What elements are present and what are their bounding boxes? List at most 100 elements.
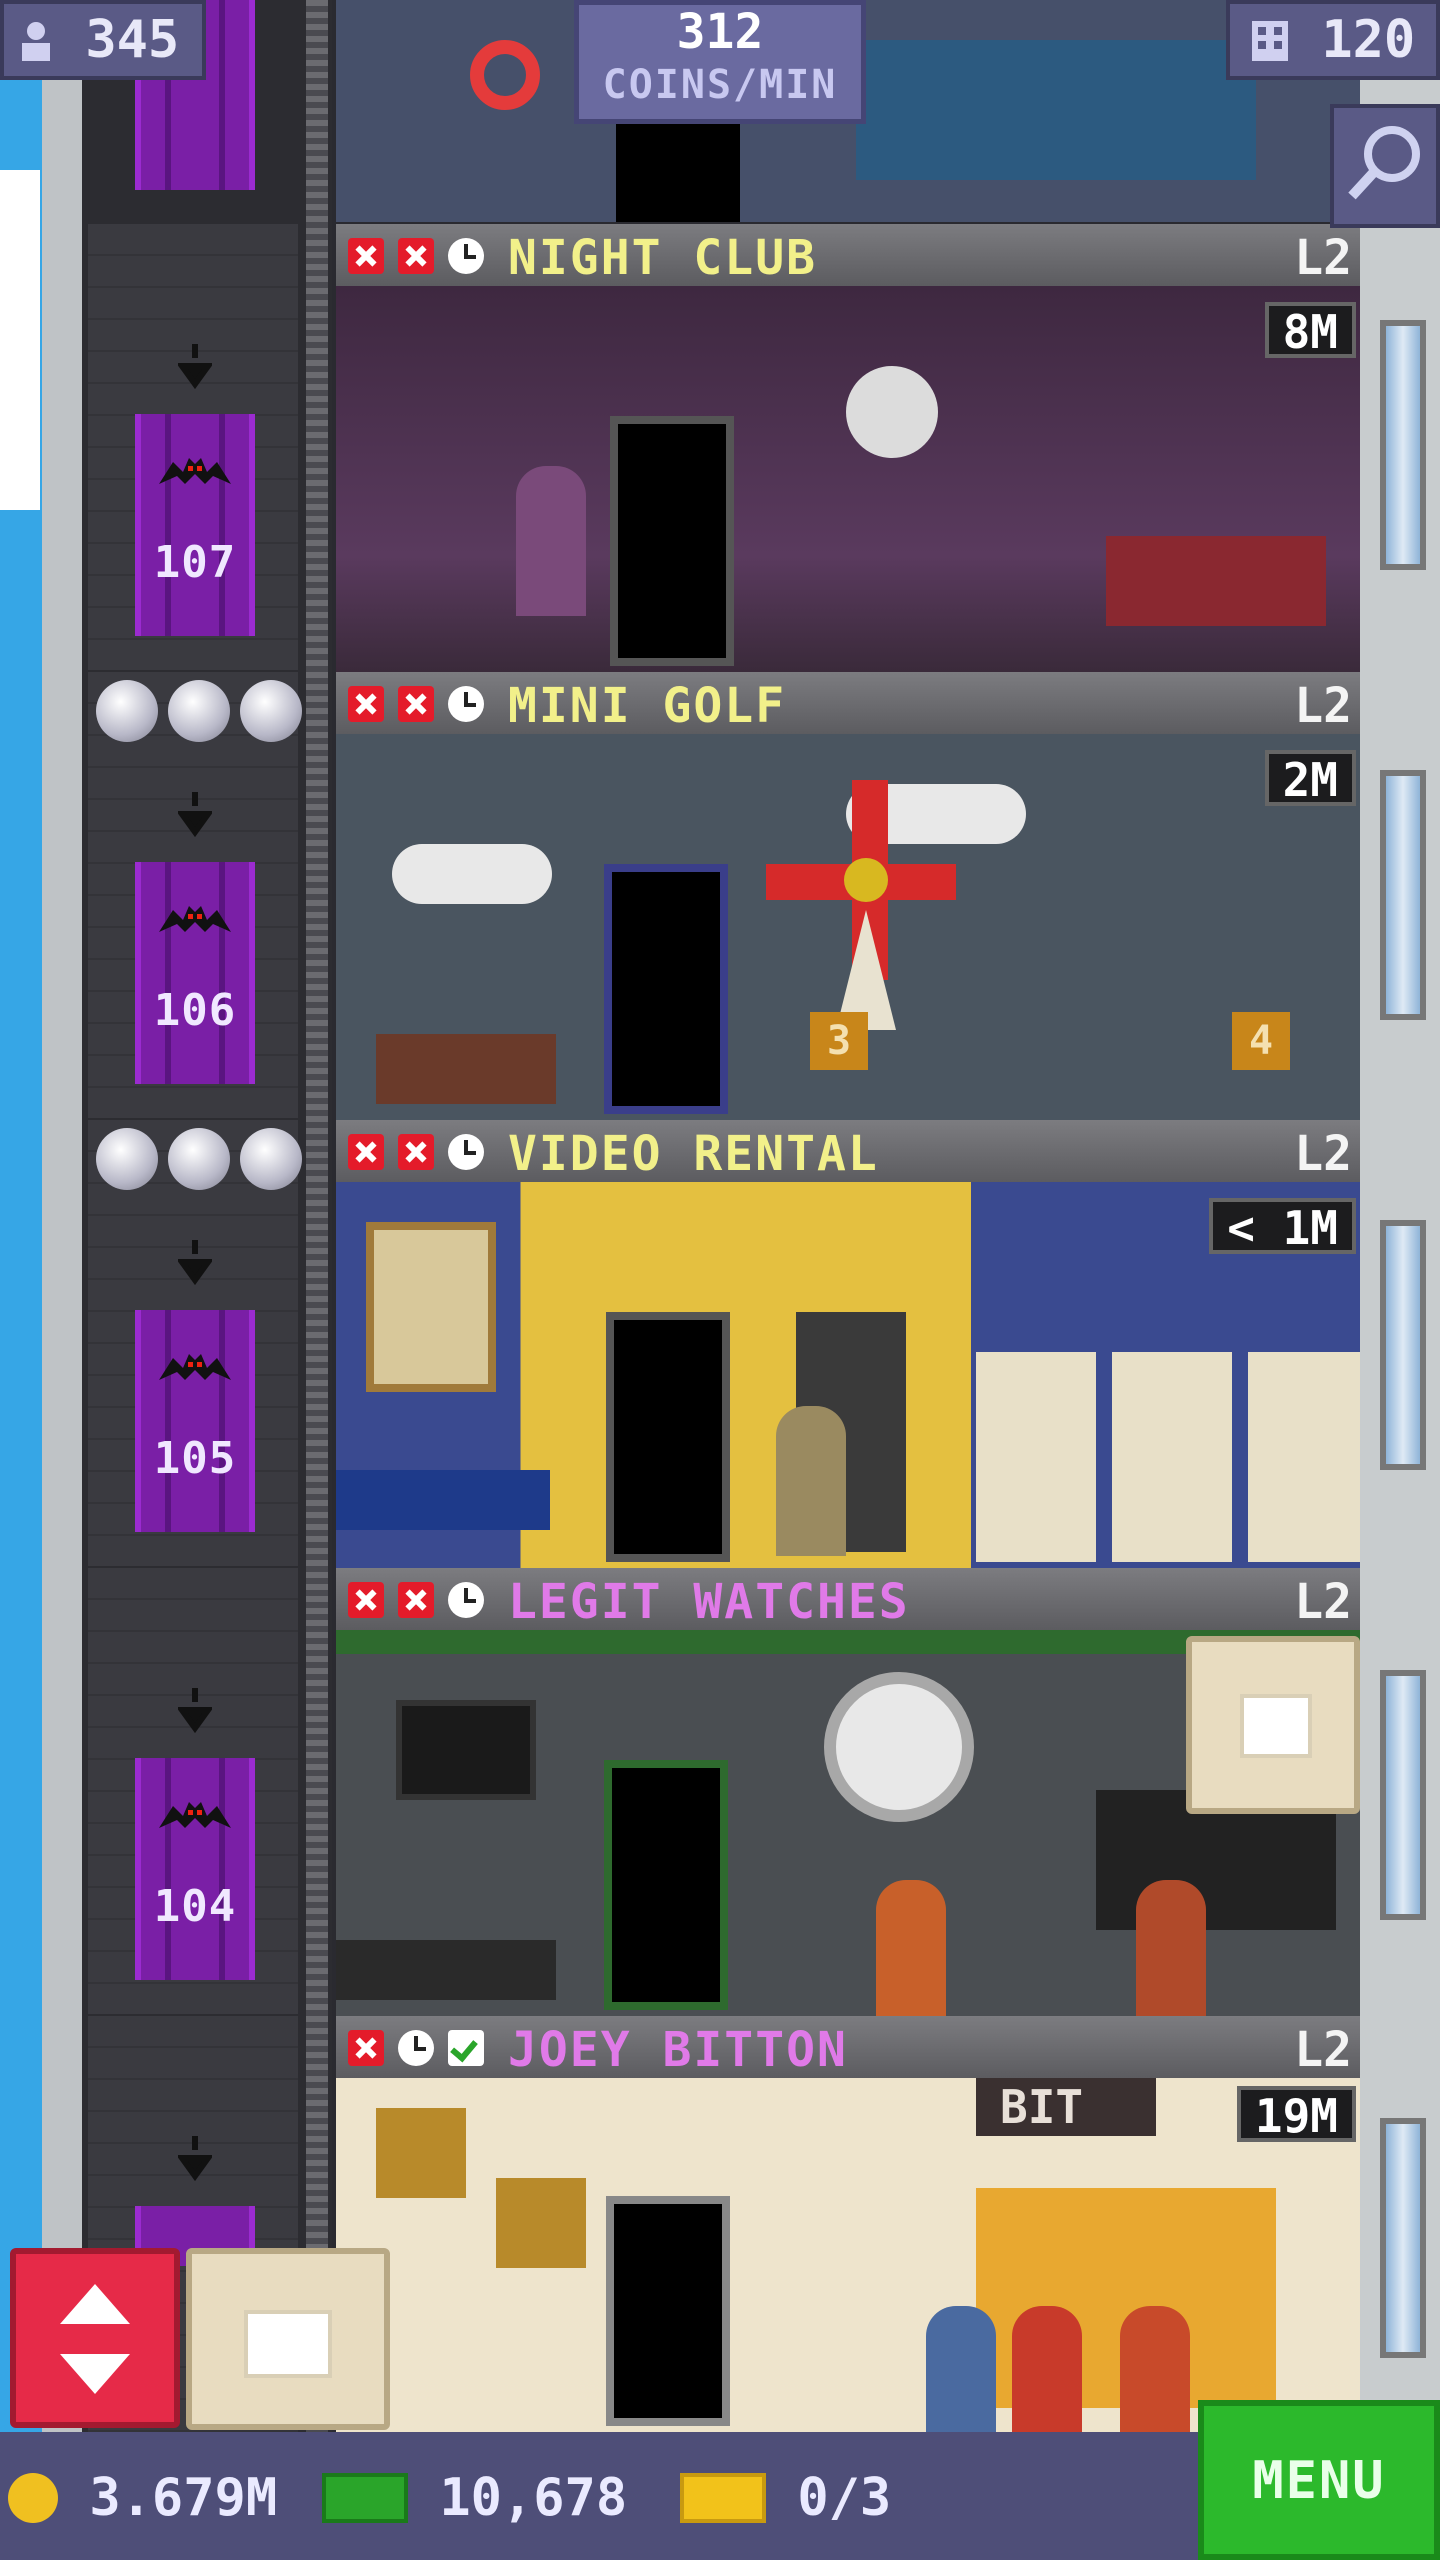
- poster: [366, 1222, 496, 1392]
- floor-name: NIGHT CLUB: [508, 230, 817, 286]
- video-shelf: [976, 1352, 1096, 1562]
- coins-value: 3.679M: [89, 2468, 278, 2528]
- floor-name: LEGIT WATCHES: [508, 1574, 910, 1630]
- room-door[interactable]: [604, 1760, 728, 2010]
- floor-joey-bitton[interactable]: JOEY BITTON L2 BIT 19M: [336, 2016, 1360, 2436]
- bat-icon: [159, 1802, 231, 1828]
- x-icon: [348, 2030, 384, 2066]
- clock-icon: [448, 686, 484, 722]
- bux-value: 10,678: [439, 2468, 628, 2528]
- window: [1380, 1220, 1426, 1470]
- tickets-value: 0/3: [797, 2468, 892, 2528]
- room-door[interactable]: [606, 2196, 730, 2426]
- star-icon: [168, 680, 230, 742]
- resident[interactable]: [926, 2306, 996, 2436]
- store-sign: BIT: [976, 2078, 1156, 2136]
- lamp-icon: [176, 344, 214, 404]
- coin-icon: [8, 2473, 58, 2523]
- floor-rating-stars: [96, 1128, 306, 1190]
- check-icon: [448, 2030, 484, 2066]
- magnifier-icon: [1348, 126, 1420, 200]
- bucket-icon: [244, 2310, 332, 2378]
- floor-rating-stars: [96, 680, 306, 742]
- floor-name: JOEY BITTON: [508, 2022, 848, 2078]
- cloud: [0, 170, 40, 510]
- floor-name: VIDEO RENTAL: [508, 1126, 879, 1182]
- window: [1380, 2118, 1426, 2358]
- x-icon: [348, 686, 384, 722]
- floor-night-club[interactable]: NIGHT CLUB L2 8M: [336, 224, 1360, 672]
- coins-counter[interactable]: 3.679M: [8, 2468, 277, 2528]
- room-interior: [336, 286, 1360, 672]
- resident[interactable]: [516, 466, 586, 616]
- floor-number: 104: [153, 1881, 237, 1932]
- menu-button[interactable]: MENU: [1198, 2400, 1440, 2560]
- x-icon: [398, 238, 434, 274]
- elevator-door-105[interactable]: 105: [135, 1310, 255, 1532]
- golf-hole-sign: 4: [1232, 1012, 1290, 1070]
- clock-decor: [824, 1672, 974, 1822]
- display-case: [336, 1940, 556, 2000]
- room-door[interactable]: [606, 1312, 730, 1562]
- floor-header: NIGHT CLUB L2: [336, 224, 1360, 286]
- building-icon: [1250, 10, 1290, 61]
- stock-button[interactable]: [1186, 1636, 1360, 1814]
- coins-per-minute[interactable]: 312 COINS/MIN: [574, 0, 866, 124]
- resident[interactable]: [1012, 2306, 1082, 2436]
- counter: [336, 1470, 550, 1530]
- window: [1380, 1670, 1426, 1920]
- coins-rate-value: 312: [676, 4, 764, 60]
- resident[interactable]: [876, 1880, 946, 2030]
- club-rack: [376, 1034, 556, 1104]
- lamp-icon: [176, 2136, 214, 2196]
- tickets-counter[interactable]: 0/3: [680, 2468, 891, 2528]
- floor-video-rental[interactable]: VIDEO RENTAL L2 < 1M: [336, 1120, 1360, 1568]
- floors-counter[interactable]: 120: [1226, 0, 1440, 80]
- lamp-icon: [176, 1688, 214, 1748]
- room-door[interactable]: [616, 120, 740, 222]
- elevator-door-106[interactable]: 106: [135, 862, 255, 1084]
- bux-counter[interactable]: 10,678: [322, 2468, 627, 2528]
- x-icon: [348, 1582, 384, 1618]
- floor-timer: < 1M: [1209, 1198, 1356, 1254]
- floor-level: L2: [1294, 2022, 1352, 2078]
- resident[interactable]: [1120, 2306, 1190, 2436]
- sky-background: [0, 0, 42, 2560]
- search-button[interactable]: [1330, 104, 1440, 228]
- coins-rate-label: COINS/MIN: [602, 62, 838, 108]
- population-value: 345: [85, 10, 180, 70]
- bag-frame: [376, 2108, 466, 2198]
- window: [1380, 320, 1426, 570]
- star-icon: [96, 680, 158, 742]
- floors-value: 120: [1321, 10, 1416, 70]
- x-icon: [398, 686, 434, 722]
- elevator-button[interactable]: [10, 2248, 180, 2428]
- clock-icon: [398, 2030, 434, 2066]
- building-edge: [42, 0, 82, 2560]
- x-icon: [348, 1134, 384, 1170]
- floor-header: JOEY BITTON L2: [336, 2016, 1360, 2078]
- room-door[interactable]: [610, 416, 734, 666]
- resident[interactable]: [776, 1406, 846, 1556]
- window: [1380, 770, 1426, 1020]
- stock-all-button[interactable]: [186, 2248, 390, 2430]
- population-counter[interactable]: 345: [0, 0, 206, 80]
- elevator-door-107[interactable]: 107: [135, 414, 255, 636]
- elevator-rail: [306, 0, 328, 2560]
- floor-timer: 19M: [1236, 2086, 1356, 2142]
- lifebuoy-icon: [470, 40, 540, 110]
- floor-level: L2: [1294, 230, 1352, 286]
- elevator-door-104[interactable]: 104: [135, 1758, 255, 1980]
- windmill: [756, 780, 966, 1030]
- resident[interactable]: [1136, 1880, 1206, 2030]
- cloud-decor: [392, 844, 552, 904]
- floor-mini-golf[interactable]: MINI GOLF L2 3 4 2M: [336, 672, 1360, 1120]
- floor-timer: 2M: [1264, 750, 1356, 806]
- floor-level: L2: [1294, 678, 1352, 734]
- room-door[interactable]: [604, 864, 728, 1114]
- x-icon: [398, 1134, 434, 1170]
- x-icon: [398, 1582, 434, 1618]
- floor-level: L2: [1294, 1126, 1352, 1182]
- bucket-icon: [1240, 1694, 1312, 1758]
- bux-icon: [322, 2473, 408, 2523]
